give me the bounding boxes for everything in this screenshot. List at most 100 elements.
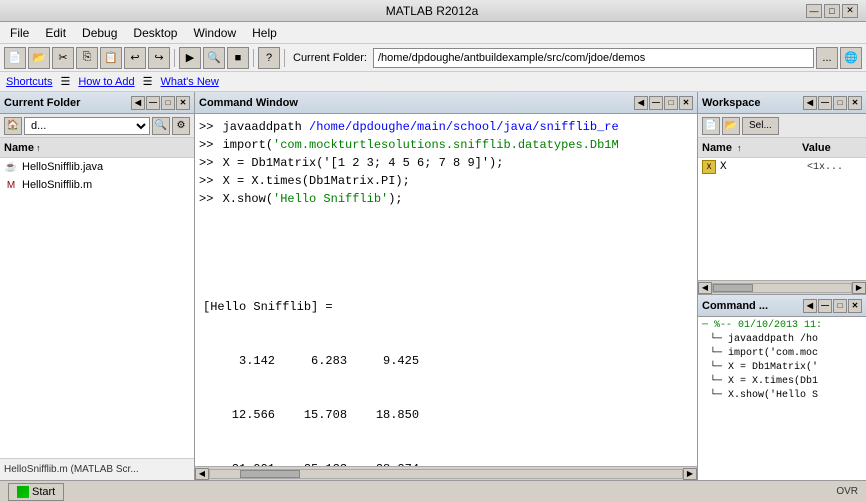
ws-scroll-thumb[interactable]	[713, 284, 753, 292]
cmd-line-4: >> X = X.times(Db1Matrix.PI);	[199, 172, 693, 190]
paste-btn[interactable]: 📋	[100, 47, 122, 69]
folder-actions-btn[interactable]: ⚙	[172, 117, 190, 135]
browse-btn[interactable]: ...	[816, 47, 838, 69]
ws-scroll-left[interactable]: ◀	[698, 282, 712, 294]
cmd-text-1b: /home/dpdoughe/main/school/java/snifflib…	[309, 118, 619, 136]
undo-btn[interactable]: ↩	[124, 47, 146, 69]
file-item-m[interactable]: M HelloSnifflib.m	[0, 176, 194, 194]
whats-new-link[interactable]: What's New	[160, 76, 218, 88]
ws-scroll-right[interactable]: ▶	[852, 282, 866, 294]
start-button[interactable]: Start	[8, 483, 64, 501]
prompt-4: >>	[199, 172, 213, 190]
redo-btn[interactable]: ↪	[148, 47, 170, 69]
cmd-text-5b: 'Hello Snifflib'	[273, 190, 388, 208]
cmd-scrollbar[interactable]: ◀ ▶	[195, 466, 697, 480]
copy-btn[interactable]: ⎘	[76, 47, 98, 69]
history-content[interactable]: ─ %-- 01/10/2013 11: └─ javaaddpath /ho …	[698, 317, 866, 480]
shortcuts-link[interactable]: Shortcuts	[6, 76, 52, 88]
ws-scroll-track	[712, 283, 852, 293]
window-controls[interactable]: — □ ✕	[806, 4, 858, 18]
history-cmd-1[interactable]: └─ javaaddpath /ho	[702, 333, 862, 347]
open-btn[interactable]: 📂	[28, 47, 50, 69]
run-btn[interactable]: ▶	[179, 47, 201, 69]
current-folder-label: Current Folder:	[293, 52, 367, 64]
panel-close-btn[interactable]: ✕	[176, 96, 190, 110]
ws-new-btn[interactable]: 📄	[702, 117, 720, 135]
new-file-btn[interactable]: 📄	[4, 47, 26, 69]
close-button[interactable]: ✕	[842, 4, 858, 18]
workspace-list: X X <1x...	[698, 158, 866, 280]
file-item-java[interactable]: ☕ HelloSnifflib.java	[0, 158, 194, 176]
panel-max-btn[interactable]: □	[161, 96, 175, 110]
ws-scrollbar[interactable]: ◀ ▶	[698, 280, 866, 294]
cmd-line-5: >> X.show('Hello Snifflib');	[199, 190, 693, 208]
ws-max-btn[interactable]: □	[833, 96, 847, 110]
output-row1: 3.142 6.283 9.425	[203, 352, 693, 370]
shortcuts-icon: ☰	[60, 75, 70, 88]
command-window-content[interactable]: >> javaaddpath /home/dpdoughe/main/schoo…	[195, 114, 697, 466]
panel-min-btn[interactable]: —	[146, 96, 160, 110]
hist-text-3: X = Db1Matrix('	[728, 362, 818, 373]
refresh-btn[interactable]: 🌐	[840, 47, 862, 69]
cut-btn[interactable]: ✂	[52, 47, 74, 69]
workspace-list-header: Name ↑ Value	[698, 138, 866, 158]
ovr-indicator: OVR	[836, 486, 858, 497]
cmd-close-btn[interactable]: ✕	[679, 96, 693, 110]
cmd-line-2: >> import('com.mockturtlesolutions.sniff…	[199, 136, 693, 154]
hist-pin-btn[interactable]: ◀	[803, 299, 817, 313]
toolbar-sep3	[284, 49, 285, 67]
panel-header-btns: ◀ — □ ✕	[131, 96, 190, 110]
cmd-pin-btn[interactable]: ◀	[634, 96, 648, 110]
file-name-header: Name	[4, 142, 34, 154]
ws-min-btn[interactable]: —	[818, 96, 832, 110]
app-title: MATLAB R2012a	[58, 4, 806, 18]
cmd-max-btn[interactable]: □	[664, 96, 678, 110]
menu-file[interactable]: File	[2, 24, 37, 42]
path-input[interactable]	[373, 48, 814, 68]
debug-btn[interactable]: 🔍	[203, 47, 225, 69]
cmd-min-btn[interactable]: —	[649, 96, 663, 110]
hist-min-btn[interactable]: —	[818, 299, 832, 313]
ws-close-btn[interactable]: ✕	[848, 96, 862, 110]
help-btn[interactable]: ?	[258, 47, 280, 69]
menu-edit[interactable]: Edit	[37, 24, 74, 42]
menu-debug[interactable]: Debug	[74, 24, 125, 42]
hist-close-btn[interactable]: ✕	[848, 299, 862, 313]
folder-search-btn[interactable]: 🔍	[152, 117, 170, 135]
how-to-add-link[interactable]: How to Add	[78, 76, 134, 88]
menu-help[interactable]: Help	[244, 24, 285, 42]
menu-desktop[interactable]: Desktop	[125, 24, 185, 42]
menu-window[interactable]: Window	[185, 24, 244, 42]
ws-item-X[interactable]: X X <1x...	[698, 158, 866, 176]
stop-btn[interactable]: ■	[227, 47, 249, 69]
folder-up-btn[interactable]: 🏠	[4, 117, 22, 135]
minimize-button[interactable]: —	[806, 4, 822, 18]
folder-path-select[interactable]: d...	[24, 117, 150, 135]
history-cmd-4[interactable]: └─ X = X.times(Db1	[702, 375, 862, 389]
prompt-1: >>	[199, 118, 213, 136]
maximize-button[interactable]: □	[824, 4, 840, 18]
prompt-3: >>	[199, 154, 213, 172]
toolbar-sep2	[253, 49, 254, 67]
workspace-header: Workspace ◀ — □ ✕	[698, 92, 866, 114]
panel-pin-btn[interactable]: ◀	[131, 96, 145, 110]
ws-open-btn[interactable]: 📂	[722, 117, 740, 135]
prompt-2: >>	[199, 136, 213, 154]
workspace-toolbar: 📄 📂 Sel...	[698, 114, 866, 138]
history-cmd-3[interactable]: └─ X = Db1Matrix('	[702, 361, 862, 375]
hist-max-btn[interactable]: □	[833, 299, 847, 313]
title-bar: MATLAB R2012a — □ ✕	[0, 0, 866, 22]
file-list: ☕ HelloSnifflib.java M HelloSnifflib.m	[0, 158, 194, 458]
history-cmd-2[interactable]: └─ import('com.moc	[702, 347, 862, 361]
scroll-right-btn[interactable]: ▶	[683, 468, 697, 480]
history-cmd-5[interactable]: └─ X.show('Hello S	[702, 389, 862, 403]
current-folder-panel: Current Folder ◀ — □ ✕ 🏠 d... 🔍 ⚙ Name ↑…	[0, 92, 195, 480]
scroll-track	[209, 469, 683, 479]
scroll-thumb[interactable]	[240, 470, 300, 478]
file-name-m: HelloSnifflib.m	[22, 179, 92, 191]
ws-select-btn[interactable]: Sel...	[742, 117, 779, 135]
ws-pin-btn[interactable]: ◀	[803, 96, 817, 110]
right-panels: Workspace ◀ — □ ✕ 📄 📂 Sel... Name ↑ Valu…	[698, 92, 866, 480]
scroll-left-btn[interactable]: ◀	[195, 468, 209, 480]
hist-text-2: import('com.moc	[728, 348, 818, 359]
